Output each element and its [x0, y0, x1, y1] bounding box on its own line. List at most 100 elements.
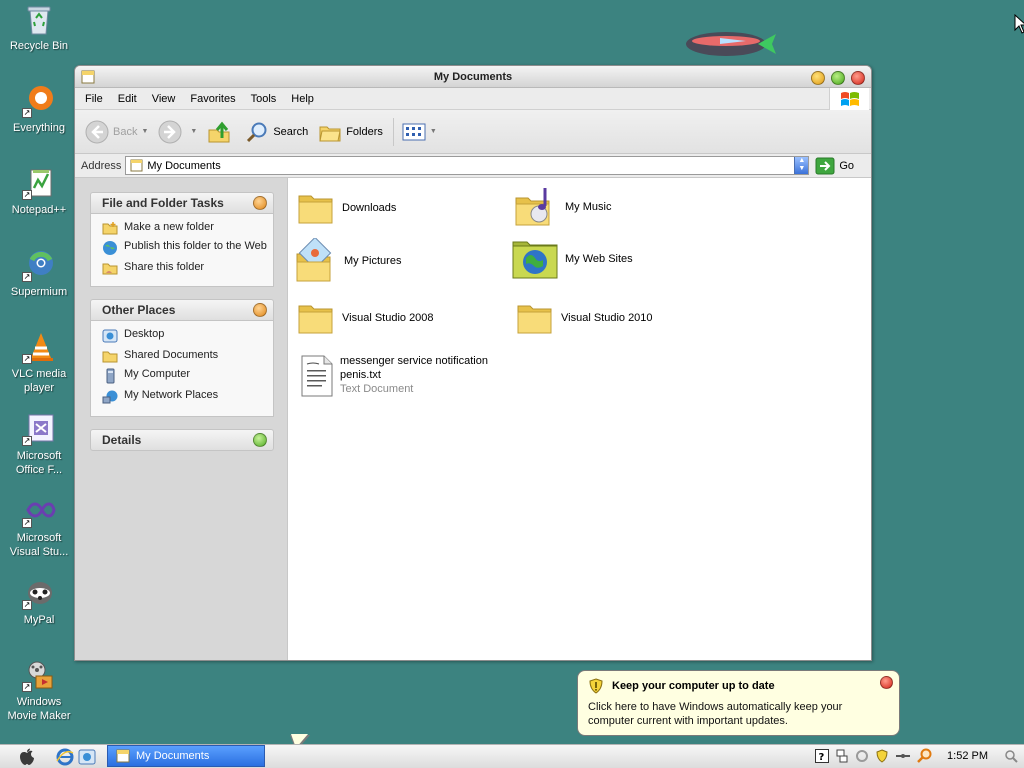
desktop-icon-mypal[interactable]: ↗ MyPal — [4, 576, 74, 627]
expand-button[interactable] — [253, 433, 267, 447]
desktop-icon-recycle-bin[interactable]: Recycle Bin — [4, 2, 74, 53]
file-item-downloads[interactable]: Downloads — [296, 188, 396, 228]
place-my-computer[interactable]: My Computer — [102, 368, 267, 384]
pictures-folder-icon — [296, 238, 332, 282]
go-button[interactable]: Go — [815, 157, 854, 175]
help-icon[interactable]: ? — [815, 749, 830, 763]
views-button[interactable]: ▼ — [402, 122, 447, 142]
volume-tray-icon[interactable] — [895, 749, 911, 763]
visual-studio-icon: ↗ — [22, 494, 56, 528]
file-name: messenger service notification penis.txt — [340, 355, 488, 381]
desktop-icon-movie-maker[interactable]: ↗ Windows Movie Maker — [4, 658, 74, 723]
address-dropdown-button[interactable]: ▲ ▼ — [794, 157, 809, 174]
taskbar: My Documents ? 1:52 PM — [0, 744, 1024, 768]
minimize-button[interactable] — [811, 71, 825, 85]
address-value: My Documents — [147, 159, 221, 172]
sync-tray-icon[interactable] — [855, 749, 869, 763]
views-dropdown-icon: ▼ — [429, 128, 437, 135]
details-header[interactable]: Details — [90, 429, 274, 451]
details-panel: Details — [90, 429, 274, 451]
file-item-my-pictures[interactable]: My Pictures — [294, 238, 401, 284]
menu-help[interactable]: Help — [291, 93, 314, 105]
system-tray: ? 1:52 PM — [815, 745, 1024, 767]
task-make-new-folder[interactable]: Make a new folder — [102, 221, 267, 235]
desktop-icon-visual-studio[interactable]: ↗ Microsoft Visual Stu... — [4, 494, 74, 559]
folder-icon — [298, 305, 333, 334]
back-button[interactable]: Back — [85, 120, 137, 144]
other-places-header[interactable]: Other Places — [90, 299, 274, 321]
back-dropdown-icon[interactable]: ▼ — [141, 128, 148, 135]
file-item-visual-studio-2010[interactable]: Visual Studio 2010 — [515, 298, 653, 338]
update-balloon[interactable]: Keep your computer up to date Click here… — [577, 670, 900, 736]
network-tray-icon[interactable] — [835, 749, 849, 763]
place-label: My Computer — [124, 368, 191, 380]
menu-favorites[interactable]: Favorites — [190, 93, 235, 105]
share-folder-icon — [102, 263, 118, 275]
menu-bar: File Edit View Favorites Tools Help — [75, 88, 871, 110]
publish-web-icon — [103, 241, 117, 255]
office-icon: ↗ — [22, 412, 56, 446]
menu-file[interactable]: File — [85, 93, 103, 105]
toolbar: Back ▼ ▼ Search Folders ▼ — [75, 110, 871, 154]
panel-title: Other Places — [102, 303, 176, 317]
task-share-folder[interactable]: Share this folder — [102, 261, 267, 275]
views-grid-icon — [402, 123, 426, 140]
fish-decoration-icon — [686, 32, 776, 56]
maximize-button[interactable] — [831, 71, 845, 85]
my-computer-icon — [106, 368, 115, 384]
notepadpp-icon: ↗ — [22, 166, 56, 200]
desktop-icon-vlc[interactable]: ↗ VLC media player — [4, 330, 74, 395]
desktop-icon-notepadpp[interactable]: ↗ Notepad++ — [4, 166, 74, 217]
file-item-my-music[interactable]: My Music — [513, 184, 611, 230]
file-item-visual-studio-2008[interactable]: Visual Studio 2008 — [296, 298, 434, 338]
collapse-button[interactable] — [253, 303, 267, 317]
desktop-icon-label: Recycle Bin — [9, 40, 69, 52]
file-item-text-document[interactable]: messenger service notification penis.txt… — [300, 354, 500, 398]
back-label: Back — [113, 125, 138, 138]
network-places-icon — [102, 390, 118, 404]
desktop-icon-everything[interactable]: ↗ Everything — [4, 84, 74, 135]
desktop-icon-office[interactable]: ↗ Microsoft Office F... — [4, 412, 74, 477]
window-titlebar[interactable]: My Documents — [75, 66, 871, 88]
menu-edit[interactable]: Edit — [118, 93, 137, 105]
window-title: My Documents — [433, 71, 513, 83]
desktop-icon-label: Microsoft Visual Stu... — [9, 532, 69, 558]
spotlight-search-icon[interactable] — [1004, 749, 1018, 763]
forward-dropdown-icon[interactable]: ▼ — [190, 128, 197, 135]
show-desktop-icon[interactable] — [78, 748, 96, 766]
desktop-icon-label: Supermium — [10, 286, 68, 298]
forward-button[interactable] — [158, 120, 186, 144]
menu-view[interactable]: View — [152, 93, 176, 105]
desktop-icon-label: Microsoft Office F... — [15, 450, 63, 476]
balloon-close-button[interactable] — [880, 676, 893, 689]
file-type: Text Document — [340, 383, 414, 395]
internet-explorer-icon[interactable] — [56, 748, 74, 766]
taskbar-clock[interactable]: 1:52 PM — [947, 750, 988, 762]
place-my-network-places[interactable]: My Network Places — [102, 389, 267, 405]
explorer-window[interactable]: My Documents File Edit View Favorites To… — [74, 65, 872, 661]
taskbar-button-my-documents[interactable]: My Documents — [107, 745, 265, 767]
search-button[interactable]: Search — [245, 120, 308, 144]
file-folder-tasks-header[interactable]: File and Folder Tasks — [90, 192, 274, 214]
desktop-icon — [102, 329, 118, 343]
collapse-button[interactable] — [253, 196, 267, 210]
security-shield-tray-icon[interactable] — [875, 749, 889, 763]
desktop-icon-supermium[interactable]: ↗ Supermium — [4, 248, 74, 299]
place-desktop[interactable]: Desktop — [102, 328, 267, 344]
folders-label: Folders — [346, 125, 383, 138]
search-tray-icon[interactable] — [917, 748, 933, 764]
menu-tools[interactable]: Tools — [251, 93, 277, 105]
up-folder-button[interactable] — [207, 120, 235, 144]
shared-documents-icon — [102, 351, 118, 363]
apple-start-icon[interactable] — [18, 748, 36, 766]
place-shared-documents[interactable]: Shared Documents — [102, 349, 267, 363]
taskbar-button-label: My Documents — [136, 750, 210, 762]
web-sites-folder-icon — [512, 241, 558, 279]
mouse-cursor-icon — [1014, 14, 1024, 34]
folders-button[interactable]: Folders — [318, 120, 383, 144]
file-item-my-web-sites[interactable]: My Web Sites — [511, 238, 633, 280]
close-button[interactable] — [851, 71, 865, 85]
address-input[interactable]: My Documents ▲ ▼ — [125, 156, 810, 175]
task-publish-folder[interactable]: Publish this folder to the Web — [102, 240, 267, 256]
desktop-icon-label: MyPal — [23, 614, 55, 626]
